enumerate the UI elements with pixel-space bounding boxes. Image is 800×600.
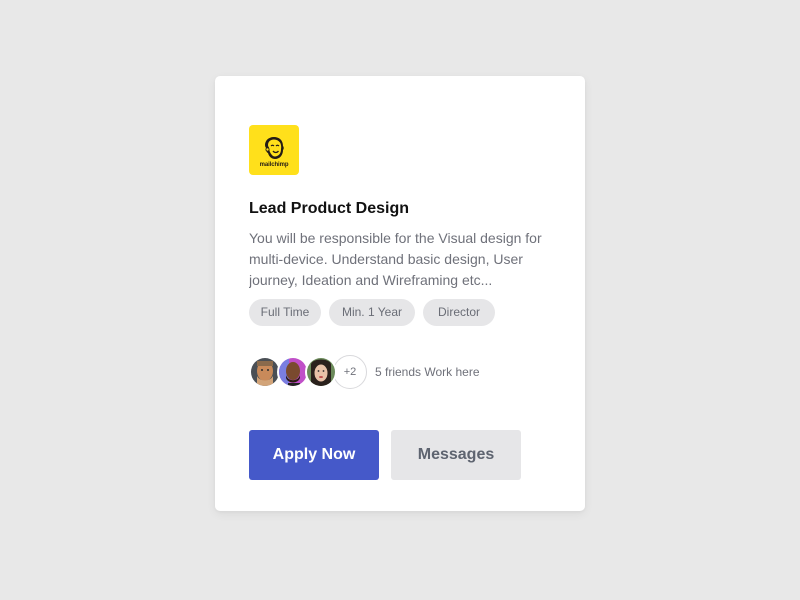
tag-employment-type: Full Time <box>249 299 321 326</box>
company-logo: mailchimp <box>249 125 299 175</box>
avatar-more-count: +2 <box>333 355 367 389</box>
job-title: Lead Product Design <box>249 200 410 217</box>
job-tags: Full Time Min. 1 Year Director <box>249 299 495 326</box>
company-logo-wordmark: mailchimp <box>259 161 289 168</box>
avatar-group: +2 <box>249 355 367 389</box>
tag-level: Director <box>423 299 495 326</box>
friends-text: 5 friends Work here <box>375 365 480 379</box>
apply-now-button[interactable]: Apply Now <box>249 430 379 480</box>
job-card: mailchimp Lead Product Design You will b… <box>215 76 585 511</box>
tag-experience: Min. 1 Year <box>329 299 415 326</box>
freddie-monkey-icon <box>265 136 284 159</box>
avatar <box>305 356 337 388</box>
messages-button[interactable]: Messages <box>391 430 521 480</box>
job-description: You will be responsible for the Visual d… <box>249 230 542 288</box>
friends-row: +2 5 friends Work here <box>249 355 480 389</box>
